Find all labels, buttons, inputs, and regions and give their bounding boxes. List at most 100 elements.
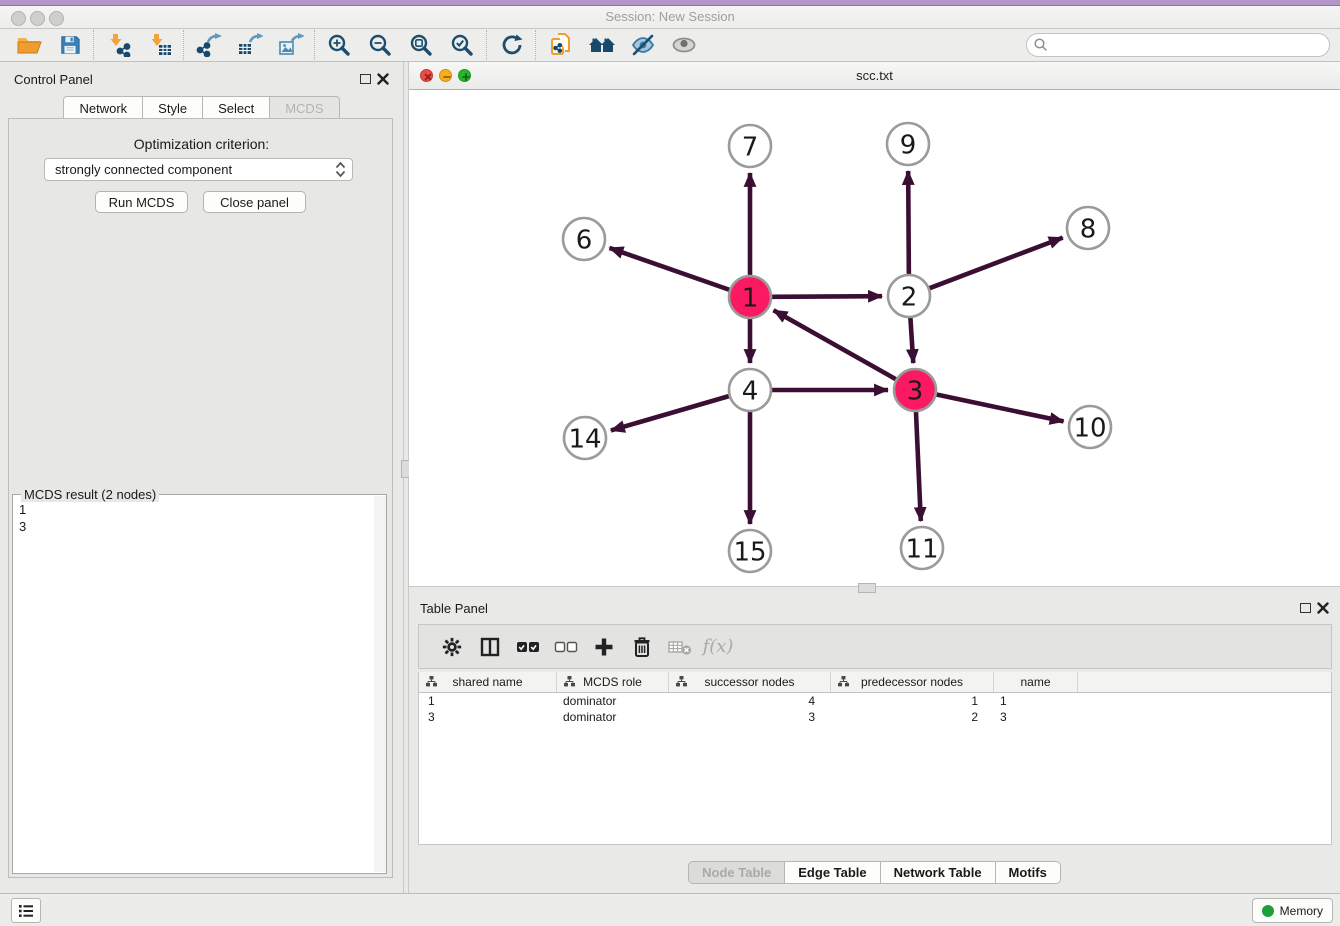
cell-predecessor-nodes[interactable]: 2 — [831, 709, 994, 725]
import-network-icon[interactable] — [98, 30, 139, 60]
graph-edge-4-14[interactable] — [611, 396, 729, 430]
search-input[interactable] — [1026, 33, 1330, 57]
task-history-button[interactable] — [11, 898, 41, 923]
graph-node-label-4: 4 — [742, 376, 759, 406]
graph-node-label-10: 10 — [1073, 413, 1106, 443]
table-panel-title: Table Panel — [420, 601, 488, 616]
close-table-panel-icon[interactable] — [1317, 602, 1329, 614]
result-scrollbar[interactable] — [374, 496, 386, 872]
graph-node-label-1: 1 — [742, 283, 759, 313]
application-window: Session: New Session — [0, 0, 1340, 926]
function-builder-icon[interactable]: f(x) — [699, 630, 737, 664]
refresh-layout-icon[interactable] — [491, 30, 532, 60]
memory-status-dot — [1262, 905, 1274, 917]
mcds-result-box: MCDS result (2 nodes) 13 — [12, 494, 387, 874]
column-header-shared-name[interactable]: shared name — [419, 672, 557, 692]
cell-shared-name[interactable]: 3 — [419, 709, 557, 725]
search-field — [1026, 33, 1330, 57]
sort-column-icon — [426, 676, 437, 687]
sort-column-icon — [838, 676, 849, 687]
main-toolbar — [0, 29, 1340, 62]
control-panel-title: Control Panel — [14, 72, 93, 87]
criterion-dropdown[interactable]: strongly connected component — [44, 158, 353, 181]
home-icon[interactable] — [581, 30, 622, 60]
column-header-label: shared name — [452, 675, 522, 689]
tab-node-table[interactable]: Node Table — [688, 861, 785, 884]
cell-mcds-role[interactable]: dominator — [557, 709, 669, 725]
zoom-fit-icon[interactable] — [401, 30, 442, 60]
cell-successor-nodes[interactable]: 3 — [669, 709, 831, 725]
cell-successor-nodes[interactable]: 4 — [669, 693, 831, 709]
cell-mcds-role[interactable]: dominator — [557, 693, 669, 709]
graph-edge-3-10[interactable] — [937, 395, 1064, 422]
table-row[interactable]: 1dominator411 — [419, 693, 1331, 709]
zoom-in-icon[interactable] — [319, 30, 360, 60]
float-panel-icon[interactable] — [360, 74, 371, 84]
column-header-predecessor-nodes[interactable]: predecessor nodes — [831, 672, 994, 692]
network-window-titlebar: scc.txt — [409, 62, 1340, 90]
graph-node-label-2: 2 — [901, 282, 918, 312]
sort-column-icon — [676, 676, 687, 687]
result-line: 3 — [19, 518, 367, 535]
import-table-icon[interactable] — [139, 30, 180, 60]
network-canvas[interactable]: 7968124314101511 — [409, 90, 1340, 586]
cell-predecessor-nodes[interactable]: 1 — [831, 693, 994, 709]
graph-node-label-6: 6 — [576, 225, 593, 255]
network-window-title: scc.txt — [409, 68, 1340, 83]
toolbar-separator — [93, 30, 95, 60]
graph-edge-3-11[interactable] — [916, 412, 921, 521]
column-header-name[interactable]: name — [994, 672, 1078, 692]
hide-selected-eye-icon[interactable] — [622, 30, 663, 60]
export-network-icon[interactable] — [188, 30, 229, 60]
close-panel-icon[interactable] — [377, 73, 389, 85]
zoom-selected-icon[interactable] — [442, 30, 483, 60]
clone-network-icon[interactable] — [540, 30, 581, 60]
cell-name[interactable]: 1 — [994, 693, 1078, 709]
unselect-all-columns-icon[interactable] — [547, 630, 585, 664]
column-header-label: name — [1020, 675, 1050, 689]
settings-gear-icon[interactable] — [433, 630, 471, 664]
open-session-icon[interactable] — [8, 30, 49, 60]
run-mcds-button[interactable]: Run MCDS — [95, 191, 188, 213]
column-header-label: successor nodes — [704, 675, 794, 689]
memory-label: Memory — [1280, 904, 1323, 918]
export-table-icon[interactable] — [229, 30, 270, 60]
export-image-icon[interactable] — [270, 30, 311, 60]
delete-table-icon[interactable] — [661, 630, 699, 664]
result-line: 1 — [19, 501, 367, 518]
graph-node-label-3: 3 — [907, 376, 924, 406]
delete-row-trash-icon[interactable] — [623, 630, 661, 664]
graph-edge-2-3[interactable] — [910, 318, 913, 363]
float-table-panel-icon[interactable] — [1300, 603, 1311, 613]
sort-column-icon — [564, 676, 575, 687]
column-header-mcds-role[interactable]: MCDS role — [557, 672, 669, 692]
select-all-columns-icon[interactable] — [509, 630, 547, 664]
show-column-icon[interactable] — [471, 630, 509, 664]
memory-button[interactable]: Memory — [1252, 898, 1333, 923]
show-all-eye-icon[interactable] — [663, 30, 704, 60]
graph-edge-3-1[interactable] — [774, 310, 896, 379]
cell-shared-name[interactable]: 1 — [419, 693, 557, 709]
zoom-out-icon[interactable] — [360, 30, 401, 60]
close-panel-button[interactable]: Close panel — [203, 191, 306, 213]
tab-edge-table[interactable]: Edge Table — [784, 861, 880, 884]
graph-node-label-14: 14 — [568, 424, 601, 454]
column-header-successor-nodes[interactable]: successor nodes — [669, 672, 831, 692]
tab-motifs[interactable]: Motifs — [995, 861, 1061, 884]
cell-name[interactable]: 3 — [994, 709, 1078, 725]
table-toolbar: f(x) — [418, 624, 1332, 669]
graph-edge-1-2[interactable] — [772, 296, 882, 297]
tab-network-table[interactable]: Network Table — [880, 861, 996, 884]
add-row-icon[interactable] — [585, 630, 623, 664]
graph-edge-2-9[interactable] — [908, 171, 909, 274]
graph-node-label-8: 8 — [1080, 214, 1097, 244]
graph-edge-1-6[interactable] — [609, 248, 729, 290]
save-session-icon[interactable] — [49, 30, 90, 60]
mcds-result-text[interactable]: 13 — [13, 498, 373, 873]
graph-node-label-9: 9 — [900, 130, 917, 160]
table-header-row: shared name MCDS role successor nodes prede… — [419, 672, 1331, 693]
table-row[interactable]: 3dominator323 — [419, 709, 1331, 725]
network-view-window: scc.txt 7968124314101511 — [409, 62, 1340, 593]
horizontal-splitter-grip[interactable] — [858, 583, 876, 593]
graph-edge-2-8[interactable] — [930, 238, 1063, 289]
